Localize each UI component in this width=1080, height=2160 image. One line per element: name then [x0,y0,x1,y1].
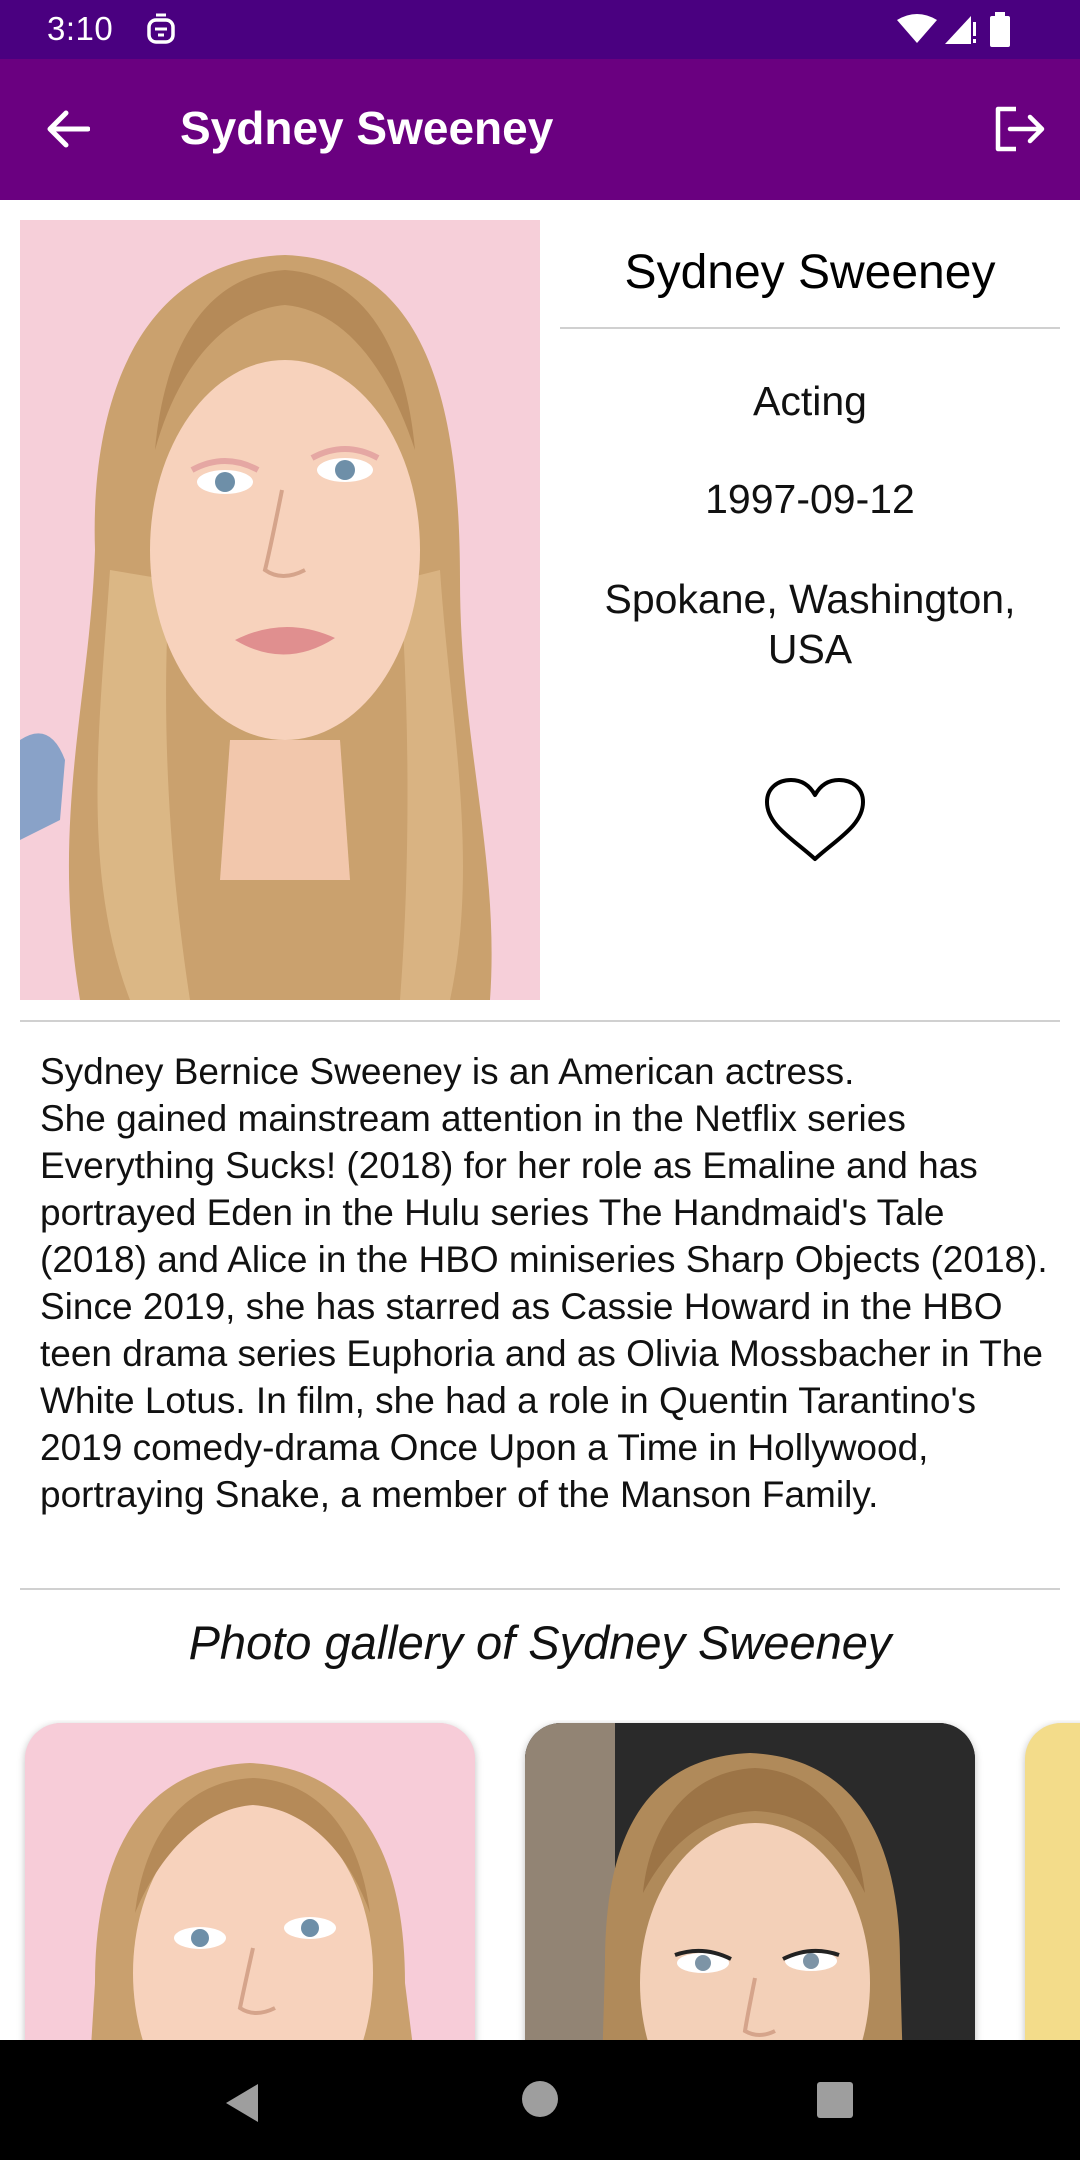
cell-signal-icon [945,16,976,44]
divider [20,1020,1060,1022]
birthday: 1997-09-12 [705,476,915,522]
wifi-icon [897,14,937,43]
assistant-icon [147,13,175,44]
divider [20,1588,1060,1590]
battery-icon [990,12,1010,47]
nav-back-icon[interactable] [218,2078,268,2128]
heart-outline-icon [765,778,865,861]
divider [560,327,1060,329]
known-for-department: Acting [753,378,867,424]
app-bar: Sydney Sweeney [0,59,1080,200]
portrait-image [20,220,540,1000]
person-info-panel: Sydney Sweeney Acting 1997-09-12 Spokane… [560,220,1060,1000]
person-name: Sydney Sweeney [624,246,996,299]
gallery-photo[interactable] [525,1723,975,2040]
status-bar: 3:10 [0,0,1080,59]
gallery-image [525,1723,975,2040]
gallery-photo[interactable] [1025,1723,1080,2040]
gallery-image [25,1723,475,2040]
back-button[interactable] [28,93,108,165]
place-of-birth: Spokane, Washington, USA [604,576,1016,672]
biography-text: Sydney Bernice Sweeney is an American ac… [40,1051,1048,1515]
logout-button[interactable] [980,93,1060,165]
profile-photo [20,220,540,1000]
nav-home-icon[interactable] [519,2078,561,2120]
gallery-title: Photo gallery of Sydney Sweeney [188,1616,892,1669]
favorite-button[interactable] [760,770,870,870]
nav-recents-icon[interactable] [815,2080,855,2120]
system-nav-bar [0,2040,1080,2160]
photo-gallery[interactable] [0,1720,1080,2040]
logout-icon [995,106,1045,152]
arrow-back-icon [47,110,90,148]
gallery-photo[interactable] [25,1723,475,2040]
app-title: Sydney Sweeney [180,102,554,154]
status-time: 3:10 [47,10,114,47]
